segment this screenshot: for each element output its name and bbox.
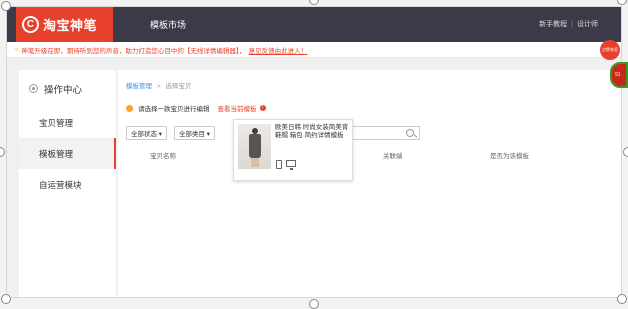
sidebar-item-templates[interactable]: 模板管理 [19,138,116,169]
notice-text: 神笔升级在即，期待听到您的声音，助力打造您心目中的【无线详情编辑器】， [21,47,246,55]
sidebar-header-label: 操作中心 [44,84,83,96]
category-filter-select[interactable]: 全部类目 ▾ [174,126,216,140]
resize-handle-bottom-left[interactable] [1,294,11,304]
page-title: 模板市场 [150,20,187,30]
feedback-link[interactable]: 意见反馈由此进入！ [249,45,308,55]
desktop-icon [286,160,296,170]
resize-handle-top-left[interactable] [1,1,11,11]
app-window: C 淘宝神笔 模板市场 新手教程 | 设计师 ☼ 神笔升级在即，期待听到您的声音… [6,6,622,298]
column-header-is-template: 是否为该模板 [490,153,529,160]
sidebar-header: 操作中心 [19,70,116,107]
resize-handle-bottom-right[interactable] [617,294,627,304]
column-header-linked-end: 关联端 [383,153,403,160]
tutorial-link[interactable]: 新手教程 [539,19,567,29]
link-divider: | [571,20,573,28]
top-bar: C 淘宝神笔 模板市场 新手教程 | 设计师 [7,7,621,42]
step-indicator-icon [126,104,133,112]
template-preview-popup[interactable]: 欧美日韩 时尚女装简美背鞋帽 箱包 简约详情模板 [233,119,353,181]
logo-icon: C [22,16,39,33]
breadcrumb-item-current: 选择宝贝 [165,83,192,90]
thumbnail-figure-legs [251,158,259,167]
column-header-item-name: 宝贝名称 [150,153,176,160]
sidebar: 操作中心 宝贝管理 模板管理 自运营模块 [19,70,116,297]
resize-handle-bottom[interactable] [309,299,319,309]
resize-handle-left[interactable] [0,147,5,157]
breadcrumb: 模板管理 > 选择宝贝 [126,80,191,90]
breadcrumb-separator: > [156,83,161,90]
sidebar-item-items[interactable]: 宝贝管理 [19,107,116,138]
phone-icon [276,160,282,169]
sidebar-item-label: 模板管理 [39,148,74,159]
logo[interactable]: C 淘宝神笔 [16,7,113,42]
notice-icon: ☼ [13,46,20,53]
search-icon[interactable] [406,129,414,137]
step-text: 请选择一款宝贝进行编辑 [138,106,210,113]
step-instruction: 请选择一款宝贝进行编辑 查看当前模板 ! [126,103,266,113]
sidebar-item-label: 自运营模块 [39,179,82,190]
search-input[interactable] [350,126,420,140]
template-thumbnail [238,124,271,169]
gear-icon [29,84,38,93]
status-filter-select[interactable]: 全部状态 ▾ [126,126,168,140]
breadcrumb-item-templates[interactable]: 模板管理 [126,83,152,90]
view-current-template-link[interactable]: 查看当前模板 [218,103,257,113]
resize-handle-top[interactable] [309,0,319,5]
template-title: 欧美日韩 时尚女装简美背鞋帽 箱包 简约详情模板 [275,124,349,139]
sidebar-item-self-operated[interactable]: 自运营模块 [19,169,116,200]
side-badge[interactable]: 91 [610,62,628,88]
resize-handle-top-right[interactable] [617,0,627,5]
notice-bar: ☼ 神笔升级在即，期待听到您的声音，助力打造您心目中的【无线详情编辑器】， 意见… [7,42,621,58]
designer-link[interactable]: 设计师 [577,19,598,29]
thumbnail-figure-body [249,134,261,158]
logo-text: 淘宝神笔 [43,18,98,33]
top-links: 新手教程 | 设计师 [539,19,598,29]
main-panel: 模板管理 > 选择宝贝 请选择一款宝贝进行编辑 查看当前模板 ! 全部状态 ▾ … [118,70,621,297]
promo-badge[interactable]: 点赞有奖 [600,40,620,60]
resize-handle-right[interactable] [623,147,628,157]
sidebar-item-label: 宝贝管理 [39,117,74,128]
alert-icon: ! [259,105,266,111]
